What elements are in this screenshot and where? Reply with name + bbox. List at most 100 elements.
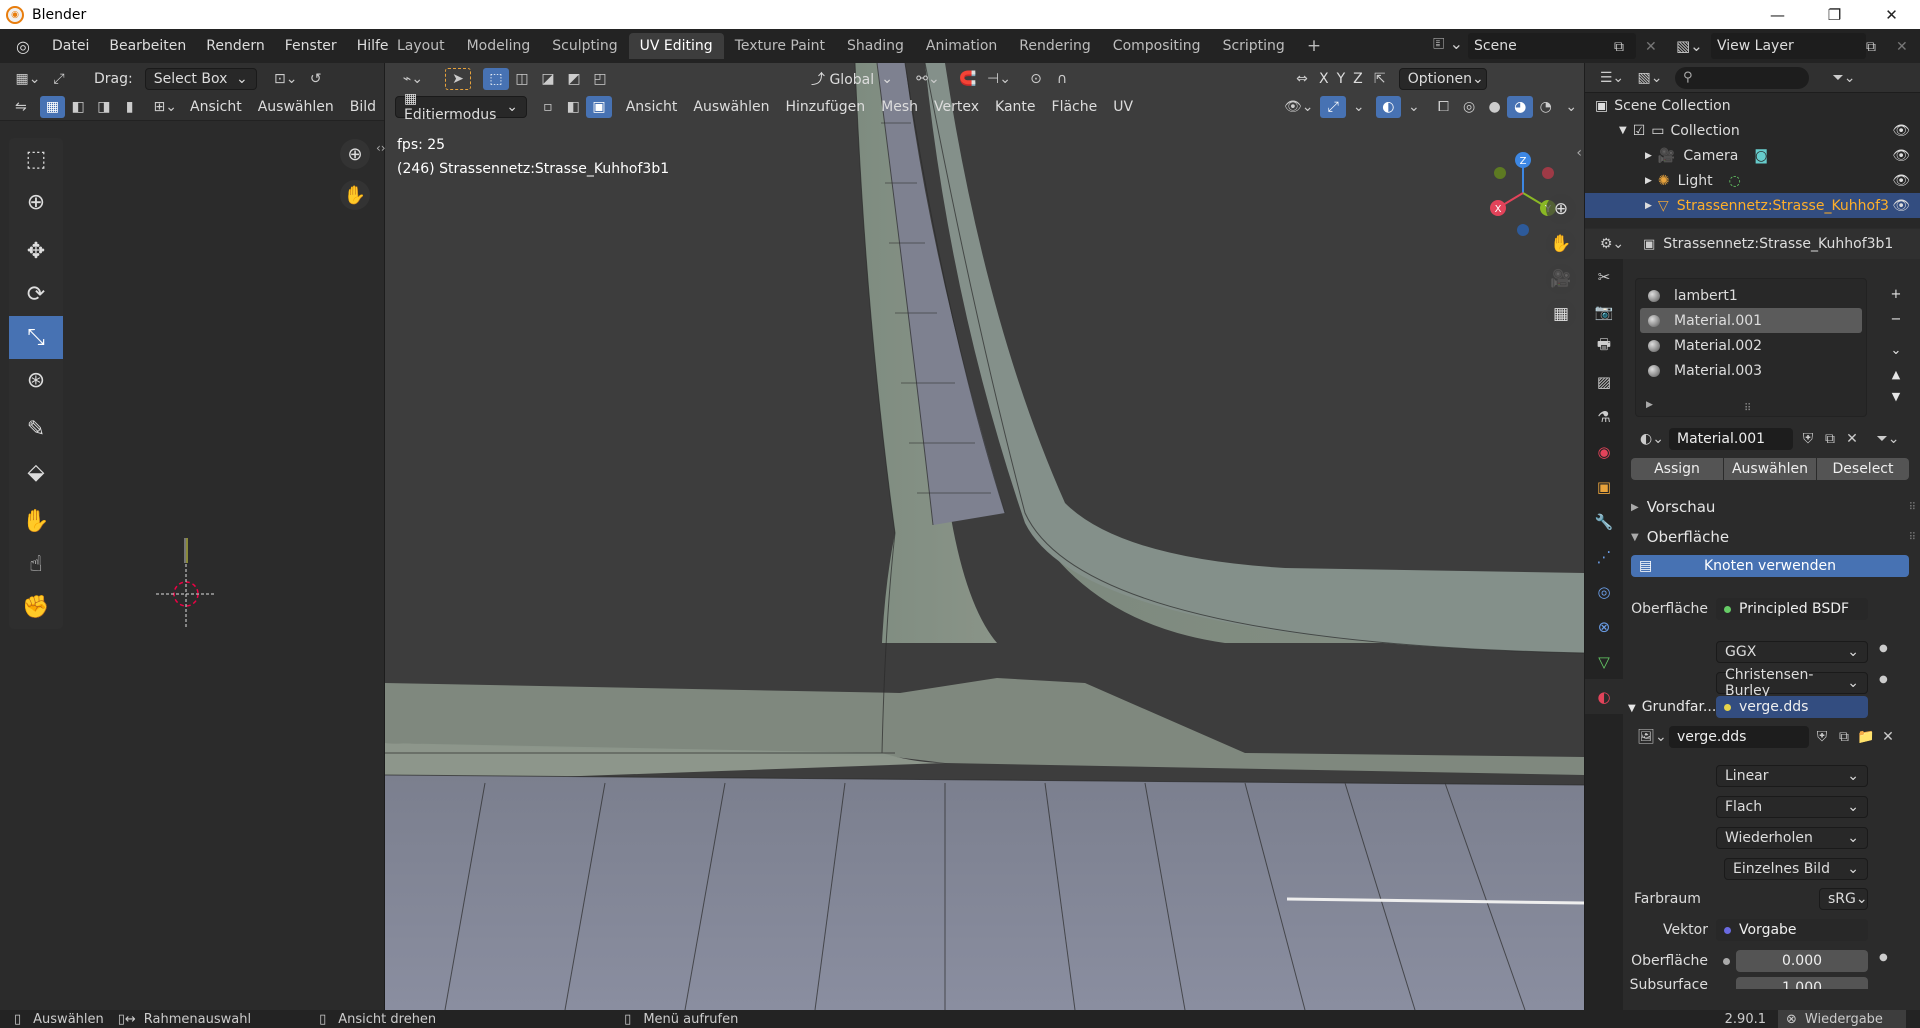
browse-material-icon[interactable]: ◐⌄ [1635,428,1669,450]
overlays-dropdown-icon[interactable]: ⌄ [1401,96,1427,118]
menu-window[interactable]: Fenster [275,38,347,54]
move-down-icon[interactable]: ▼ [1885,385,1907,407]
vp-menu-select[interactable]: Auswählen [685,99,777,115]
expand-arrow-icon[interactable]: ▶ [1645,176,1652,186]
maximize-button[interactable]: ❐ [1806,0,1863,29]
scene-selector-icon[interactable]: 🗉 ⌄ [1428,33,1468,59]
projection-dropdown[interactable]: Flach ⌄ [1716,796,1868,818]
mirror-y-toggle[interactable]: Y [1333,71,1350,87]
vp-menu-face[interactable]: Fläche [1044,99,1106,115]
unlink-material-icon[interactable]: ✕ [1841,428,1863,450]
properties-editor-type-icon[interactable]: ⚙⌄ [1595,233,1629,255]
tab-modeling[interactable]: Modeling [456,33,542,59]
menu-render[interactable]: Rendern [196,38,274,54]
particles-tab-icon[interactable]: ⋰ [1585,539,1623,574]
vp-menu-add[interactable]: Hinzufügen [777,99,873,115]
cursor-tool-icon[interactable]: ⊕ [9,181,63,224]
viewport-editor-type-icon[interactable]: ⌁⌄ [395,68,431,90]
mode-dropdown[interactable]: ▦ Editiermodus ⌄ [395,91,528,123]
open-image-icon[interactable]: 📁 [1855,726,1877,748]
surface-section-header[interactable]: ▼ Oberfläche ⠿ [1631,527,1916,547]
xray-icon[interactable]: ⧠ [1431,96,1457,118]
vp-menu-edge[interactable]: Kante [987,99,1044,115]
vertex-select-mode-icon[interactable]: ▦ [39,96,66,118]
edge-mode-icon[interactable]: ◧ [561,96,587,118]
material-name-field[interactable]: Material.001 [1669,428,1793,450]
pinch-tool-icon[interactable]: ✊ [9,586,63,629]
menu-file[interactable]: Datei [42,38,99,54]
tool-tab-icon[interactable]: ✂ [1585,259,1623,294]
uv-menu-view[interactable]: Ansicht [182,99,250,115]
select-button[interactable]: Auswählen [1724,458,1816,480]
remove-slot-icon[interactable]: − [1885,308,1907,330]
sidebar-toggle-icon[interactable]: ‹ [1576,145,1582,161]
blender-menu-icon[interactable]: ◎ [12,35,34,57]
surface2-value-field[interactable]: 0.000 [1736,950,1868,972]
select-extend-icon[interactable]: ◫ [509,68,535,90]
vp-menu-mesh[interactable]: Mesh [873,99,926,115]
tab-rendering[interactable]: Rendering [1008,33,1102,59]
material-slot[interactable]: Material.003 [1640,358,1862,383]
playback-button[interactable]: ⊗ Wiedergabe [1778,1010,1906,1028]
3d-viewport[interactable]: ⌁⌄ ➤ ⬚ ◫ ◪ ◩ ◰ ⤴ Global ⌄ ⚯⌄ 🧲 ⊣⌄ ⊙ ∩ ⇔ X… [385,63,1584,1010]
tab-texture-paint[interactable]: Texture Paint [724,33,836,59]
outliner-row-collection[interactable]: ▼ ☑ ▭ Collection 👁 [1585,118,1920,143]
menu-edit[interactable]: Bearbeiten [99,38,196,54]
uv-menu-image[interactable]: Bild [342,99,384,115]
select-subtract-icon[interactable]: ◪ [535,68,561,90]
select-new-icon[interactable]: ⬚ [483,68,509,90]
island-select-mode-icon[interactable]: ▮ [117,96,143,118]
mirror-icon[interactable]: ⇔ [1289,68,1315,90]
constraints-tab-icon[interactable]: ⊗ [1585,609,1623,644]
unlink-image-icon[interactable]: ✕ [1877,726,1899,748]
uv-snap-icon[interactable]: ↺ [303,68,329,90]
keyframe-dot-icon[interactable]: ● [1879,674,1888,685]
uv-display-icon[interactable]: ⊞⌄ [148,96,182,118]
shading-material-icon[interactable]: ◕ [1507,96,1533,118]
subsurface-value-field[interactable]: 1.000 [1736,977,1868,989]
display-mode-icon[interactable]: ▧⌄ [1633,67,1667,89]
close-button[interactable]: ✕ [1863,0,1920,29]
snap-target-icon[interactable]: ⊣⌄ [981,68,1017,90]
uv-zoom-icon[interactable]: ⊕ [340,139,370,169]
navigation-gizmo[interactable]: Z Y X [1478,148,1568,238]
drag-handle-icon[interactable]: ⠿ [1909,532,1916,543]
object-tab-icon[interactable]: ▣ [1585,469,1623,504]
select-mode-dropdown[interactable]: Select Box ⌄ [144,68,257,90]
tab-uv-editing[interactable]: UV Editing [628,33,724,59]
add-workspace-button[interactable]: + [1296,33,1332,59]
eye-icon[interactable]: 👁 [1892,198,1910,214]
select-intersect-icon[interactable]: ◰ [587,68,613,90]
viewport-select-tool-icon[interactable]: ➤ [445,68,471,90]
annotate-tool-icon[interactable]: ✎ [9,408,63,451]
extension-dropdown[interactable]: Wiederholen ⌄ [1716,827,1868,849]
tab-scripting[interactable]: Scripting [1212,33,1296,59]
vector-field[interactable]: Vorgabe [1716,919,1868,941]
eye-icon[interactable]: 👁 [1892,148,1910,164]
world-tab-icon[interactable]: ◉ [1585,434,1623,469]
rip-tool-icon[interactable]: ⬙ [9,451,63,494]
expand-arrow-icon[interactable]: ▶ [1645,201,1652,211]
expand-arrow-icon[interactable]: ▶ [1646,400,1653,410]
material-tab-icon[interactable]: ◐ [1585,679,1623,714]
pan-view-icon[interactable]: ✋ [1546,229,1576,259]
outliner-row-light[interactable]: ▶ ✺ Light ◌ 👁 [1585,168,1920,193]
edge-select-mode-icon[interactable]: ◧ [65,96,91,118]
vp-menu-vertex[interactable]: Vertex [926,99,987,115]
tab-shading[interactable]: Shading [836,33,915,59]
view-layer-field[interactable]: View Layer [1711,33,1866,59]
colorspace-dropdown[interactable]: sRG ⌄ [1819,888,1868,910]
view-layer-selector-icon[interactable]: ▧⌄ [1676,37,1703,55]
face-mode-icon[interactable]: ▣ [586,96,612,118]
gizmo-dropdown-icon[interactable]: ⌄ [1346,96,1372,118]
outliner-row-scene-collection[interactable]: ▣ Scene Collection [1585,93,1920,118]
sticky-selection-icon[interactable]: ⇋ [8,96,34,118]
browse-image-icon[interactable]: 🖼⌄ [1635,726,1669,748]
relax-tool-icon[interactable]: ☝ [9,543,63,586]
new-scene-icon[interactable]: ⧉ [1614,39,1624,55]
auto-merge-icon[interactable]: ⇱ [1367,68,1393,90]
material-slot[interactable]: Material.002 [1640,333,1862,358]
fake-user-icon[interactable]: ⛨ [1811,726,1833,748]
node-link-icon[interactable]: ⏷⌄ [1871,428,1905,450]
base-color-texture-field[interactable]: verge.dds [1716,696,1868,718]
